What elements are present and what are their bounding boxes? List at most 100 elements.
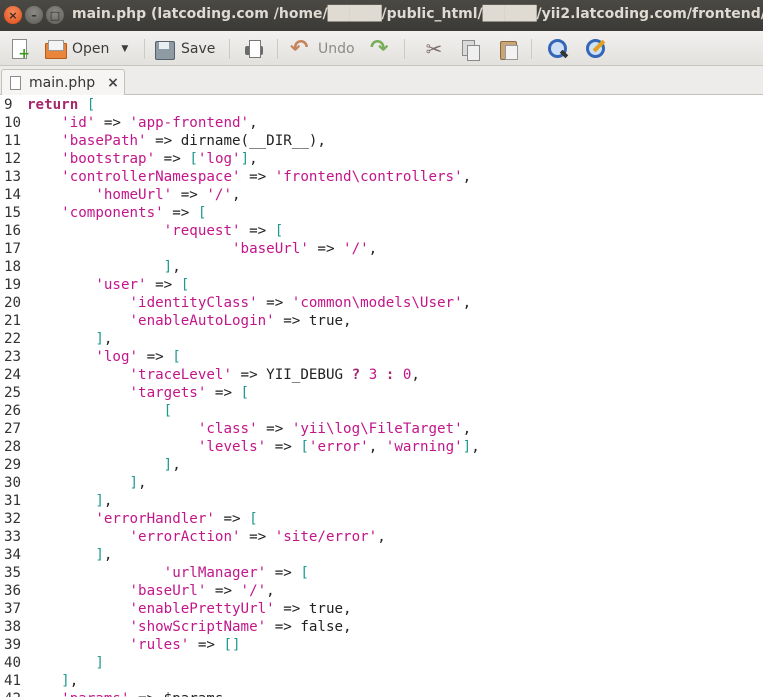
line-number: 38 bbox=[4, 619, 22, 635]
code-text[interactable]: 'log' => [ bbox=[27, 348, 180, 366]
code-text[interactable]: 'params' => $params, bbox=[27, 690, 232, 697]
code-text[interactable]: ], bbox=[27, 330, 112, 348]
save-button[interactable]: Save bbox=[153, 31, 215, 66]
line-number: 10 bbox=[4, 115, 22, 131]
code-token: , bbox=[368, 439, 386, 455]
code-text[interactable]: 'baseUrl' => '/', bbox=[27, 240, 377, 258]
code-text[interactable]: ], bbox=[27, 456, 181, 474]
code-token: 'baseUrl' bbox=[129, 583, 207, 599]
code-text[interactable]: 'id' => 'app-frontend', bbox=[27, 114, 257, 132]
find-button[interactable] bbox=[546, 31, 568, 66]
redo-button[interactable]: ↷ bbox=[370, 31, 392, 66]
code-text[interactable]: 'user' => [ bbox=[27, 276, 189, 294]
code-text[interactable]: 'errorHandler' => [ bbox=[27, 510, 257, 528]
code-token: , bbox=[368, 241, 378, 257]
code-text[interactable]: ], bbox=[27, 474, 147, 492]
line-number: 30 bbox=[4, 475, 22, 491]
code-token: [ bbox=[240, 385, 250, 401]
paste-button[interactable] bbox=[497, 31, 519, 66]
line-number: 29 bbox=[4, 457, 22, 473]
tab-close-icon[interactable]: × bbox=[107, 75, 119, 91]
code-token: 'common\models\User' bbox=[291, 295, 463, 311]
code-text[interactable]: 'enablePrettyUrl' => true, bbox=[27, 600, 352, 618]
print-button[interactable] bbox=[243, 31, 265, 66]
code-text[interactable]: return [ bbox=[27, 96, 95, 114]
cut-button[interactable]: ✂ bbox=[423, 31, 445, 66]
code-text[interactable]: 'components' => [ bbox=[27, 204, 206, 222]
code-text[interactable]: ], bbox=[27, 546, 112, 564]
open-button[interactable]: Open ▼ bbox=[44, 31, 128, 66]
window-maximize-button[interactable]: □ bbox=[46, 6, 64, 24]
find-replace-button[interactable] bbox=[584, 31, 606, 66]
code-token: => bbox=[163, 205, 198, 221]
line-number: 40 bbox=[4, 655, 22, 671]
code-token: 'errorHandler' bbox=[95, 511, 215, 527]
code-token: => bbox=[257, 421, 292, 437]
code-text[interactable]: 'showScriptName' => false, bbox=[27, 618, 352, 636]
code-token: ] bbox=[61, 673, 70, 689]
code-text[interactable]: 'targets' => [ bbox=[27, 384, 250, 402]
code-token: [ bbox=[197, 205, 207, 221]
line-number: 17 bbox=[4, 241, 22, 257]
code-token: [ bbox=[300, 565, 309, 581]
code-text[interactable]: ], bbox=[27, 492, 112, 510]
line-number: 35 bbox=[4, 565, 22, 581]
code-text[interactable]: 'bootstrap' => ['log'], bbox=[27, 150, 258, 168]
code-text[interactable]: 'urlManager' => [ bbox=[27, 564, 309, 582]
code-token: ] bbox=[163, 457, 173, 473]
code-text[interactable]: 'levels' => ['error', 'warning'], bbox=[27, 438, 480, 456]
open-dropdown-icon[interactable]: ▼ bbox=[121, 44, 128, 54]
open-label: Open bbox=[72, 40, 110, 57]
undo-button[interactable]: ↶ Undo bbox=[290, 31, 355, 66]
code-text[interactable]: 'rules' => [] bbox=[27, 636, 241, 654]
code-token: , bbox=[249, 151, 258, 167]
code-token: => bbox=[257, 295, 292, 311]
code-editor[interactable]: 9 return [10 'id' => 'app-frontend', 11 'b… bbox=[0, 95, 763, 697]
window-close-button[interactable]: × bbox=[4, 6, 22, 24]
window-minimize-button[interactable]: – bbox=[25, 6, 43, 24]
code-token: 'homeUrl' bbox=[95, 187, 173, 203]
code-token: => false, bbox=[266, 619, 352, 635]
code-text[interactable]: ] bbox=[27, 654, 104, 672]
code-token: => bbox=[240, 169, 275, 185]
code-text[interactable]: [ bbox=[27, 402, 173, 420]
tab-main-php[interactable]: main.php × bbox=[1, 69, 125, 96]
code-text[interactable]: 'request' => [ bbox=[27, 222, 284, 240]
code-token: 'bootstrap' bbox=[61, 151, 156, 167]
code-text[interactable]: 'controllerNamespace' => 'frontend\contr… bbox=[27, 168, 471, 186]
code-token: , bbox=[138, 475, 147, 491]
code-text[interactable]: ], bbox=[27, 672, 78, 690]
find-replace-icon bbox=[584, 38, 606, 60]
copy-button[interactable] bbox=[459, 31, 481, 66]
code-text[interactable]: 'identityClass' => 'common\models\User', bbox=[27, 294, 472, 312]
code-text[interactable]: 'basePath' => dirname(__DIR__), bbox=[27, 132, 326, 150]
line-number: 14 bbox=[4, 187, 22, 203]
new-document-button[interactable] bbox=[8, 31, 30, 66]
line-number: 13 bbox=[4, 169, 22, 185]
line-number: 26 bbox=[4, 403, 22, 419]
code-text[interactable]: 'traceLevel' => YII_DEBUG ? 3 : 0, bbox=[27, 366, 420, 384]
print-icon bbox=[243, 38, 265, 60]
code-text[interactable]: 'homeUrl' => '/', bbox=[27, 186, 240, 204]
code-text[interactable]: 'class' => 'yii\log\FileTarget', bbox=[27, 420, 471, 438]
code-token: 'class' bbox=[197, 421, 258, 437]
code-text[interactable]: 'enableAutoLogin' => true, bbox=[27, 312, 352, 330]
code-text[interactable]: 'baseUrl' => '/', bbox=[27, 582, 275, 600]
redo-icon: ↷ bbox=[370, 35, 389, 61]
code-text[interactable]: 'errorAction' => 'site/error', bbox=[27, 528, 386, 546]
code-token: 'error' bbox=[308, 439, 369, 455]
line-number: 37 bbox=[4, 601, 22, 617]
code-text[interactable]: ], bbox=[27, 258, 181, 276]
